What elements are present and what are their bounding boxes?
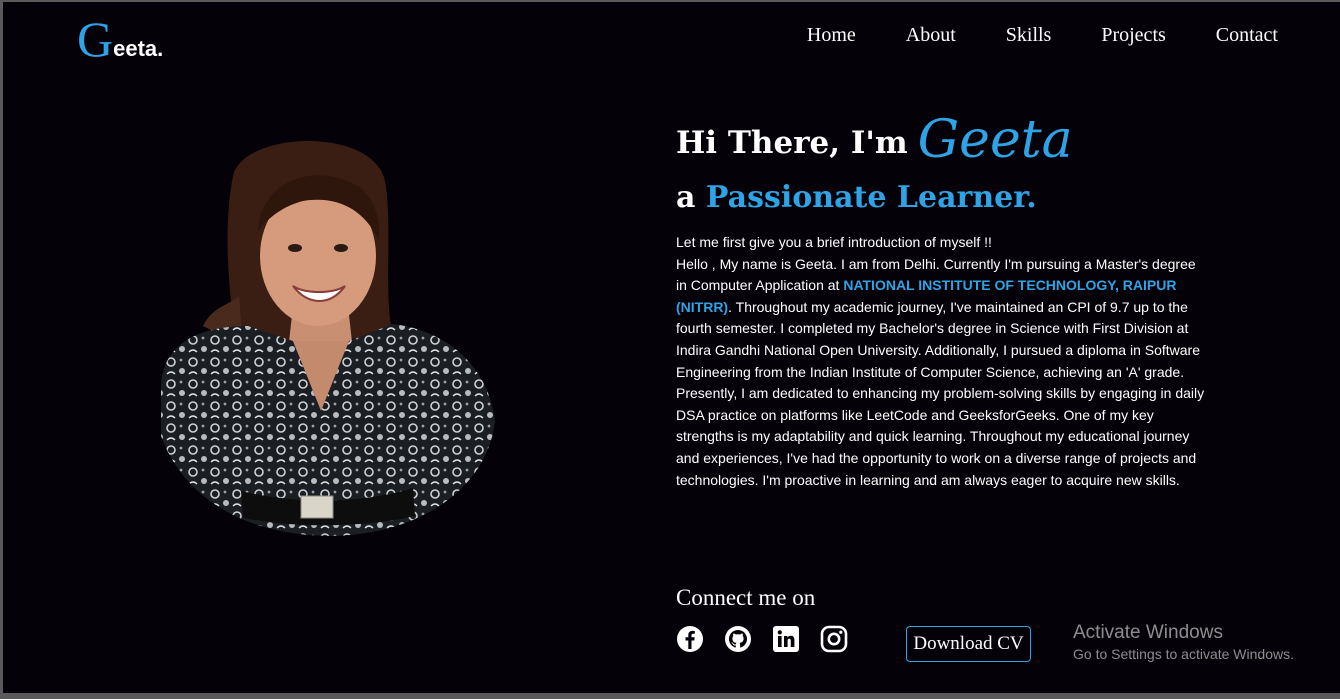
intro-lead: Let me first give you a brief introducti…	[676, 234, 992, 250]
windows-activation-watermark: Activate Windows Go to Settings to activ…	[1073, 622, 1294, 662]
instagram-icon[interactable]	[820, 625, 848, 653]
linkedin-icon[interactable]	[772, 625, 800, 653]
greeting-text: Hi There, I'm	[676, 125, 908, 161]
logo-initial: G	[77, 11, 114, 67]
download-cv-button[interactable]: Download CV	[906, 626, 1031, 662]
hero-tagline: a Passionate Learner.	[676, 180, 1037, 215]
nav-home[interactable]: Home	[807, 24, 856, 47]
social-links	[676, 625, 848, 653]
tagline-prefix: a	[676, 180, 696, 215]
github-icon[interactable]	[724, 625, 752, 653]
bio-part2: . Throughout my academic journey, I've m…	[676, 298, 1205, 488]
facebook-icon[interactable]	[676, 625, 704, 653]
hero-greeting: Hi There, I'm Geeta	[676, 106, 1073, 170]
nav-skills[interactable]: Skills	[1006, 24, 1052, 47]
logo-rest: eeta.	[113, 36, 164, 61]
nav-contact[interactable]: Contact	[1216, 24, 1278, 47]
tagline-accent: Passionate Learner.	[705, 180, 1037, 215]
logo[interactable]: Geeta.	[77, 10, 163, 68]
nav-projects[interactable]: Projects	[1101, 24, 1165, 47]
watermark-subtitle: Go to Settings to activate Windows.	[1073, 646, 1294, 662]
main-nav: Home About Skills Projects Contact	[757, 24, 1278, 47]
connect-heading: Connect me on	[676, 585, 816, 610]
page: Geeta. Home About Skills Projects Contac…	[3, 2, 1340, 693]
intro-text: Let me first give you a brief introducti…	[676, 232, 1206, 491]
nav-about[interactable]: About	[906, 24, 956, 47]
hero-name: Geeta	[917, 110, 1073, 170]
profile-photo	[161, 141, 495, 536]
watermark-title: Activate Windows	[1073, 622, 1223, 643]
